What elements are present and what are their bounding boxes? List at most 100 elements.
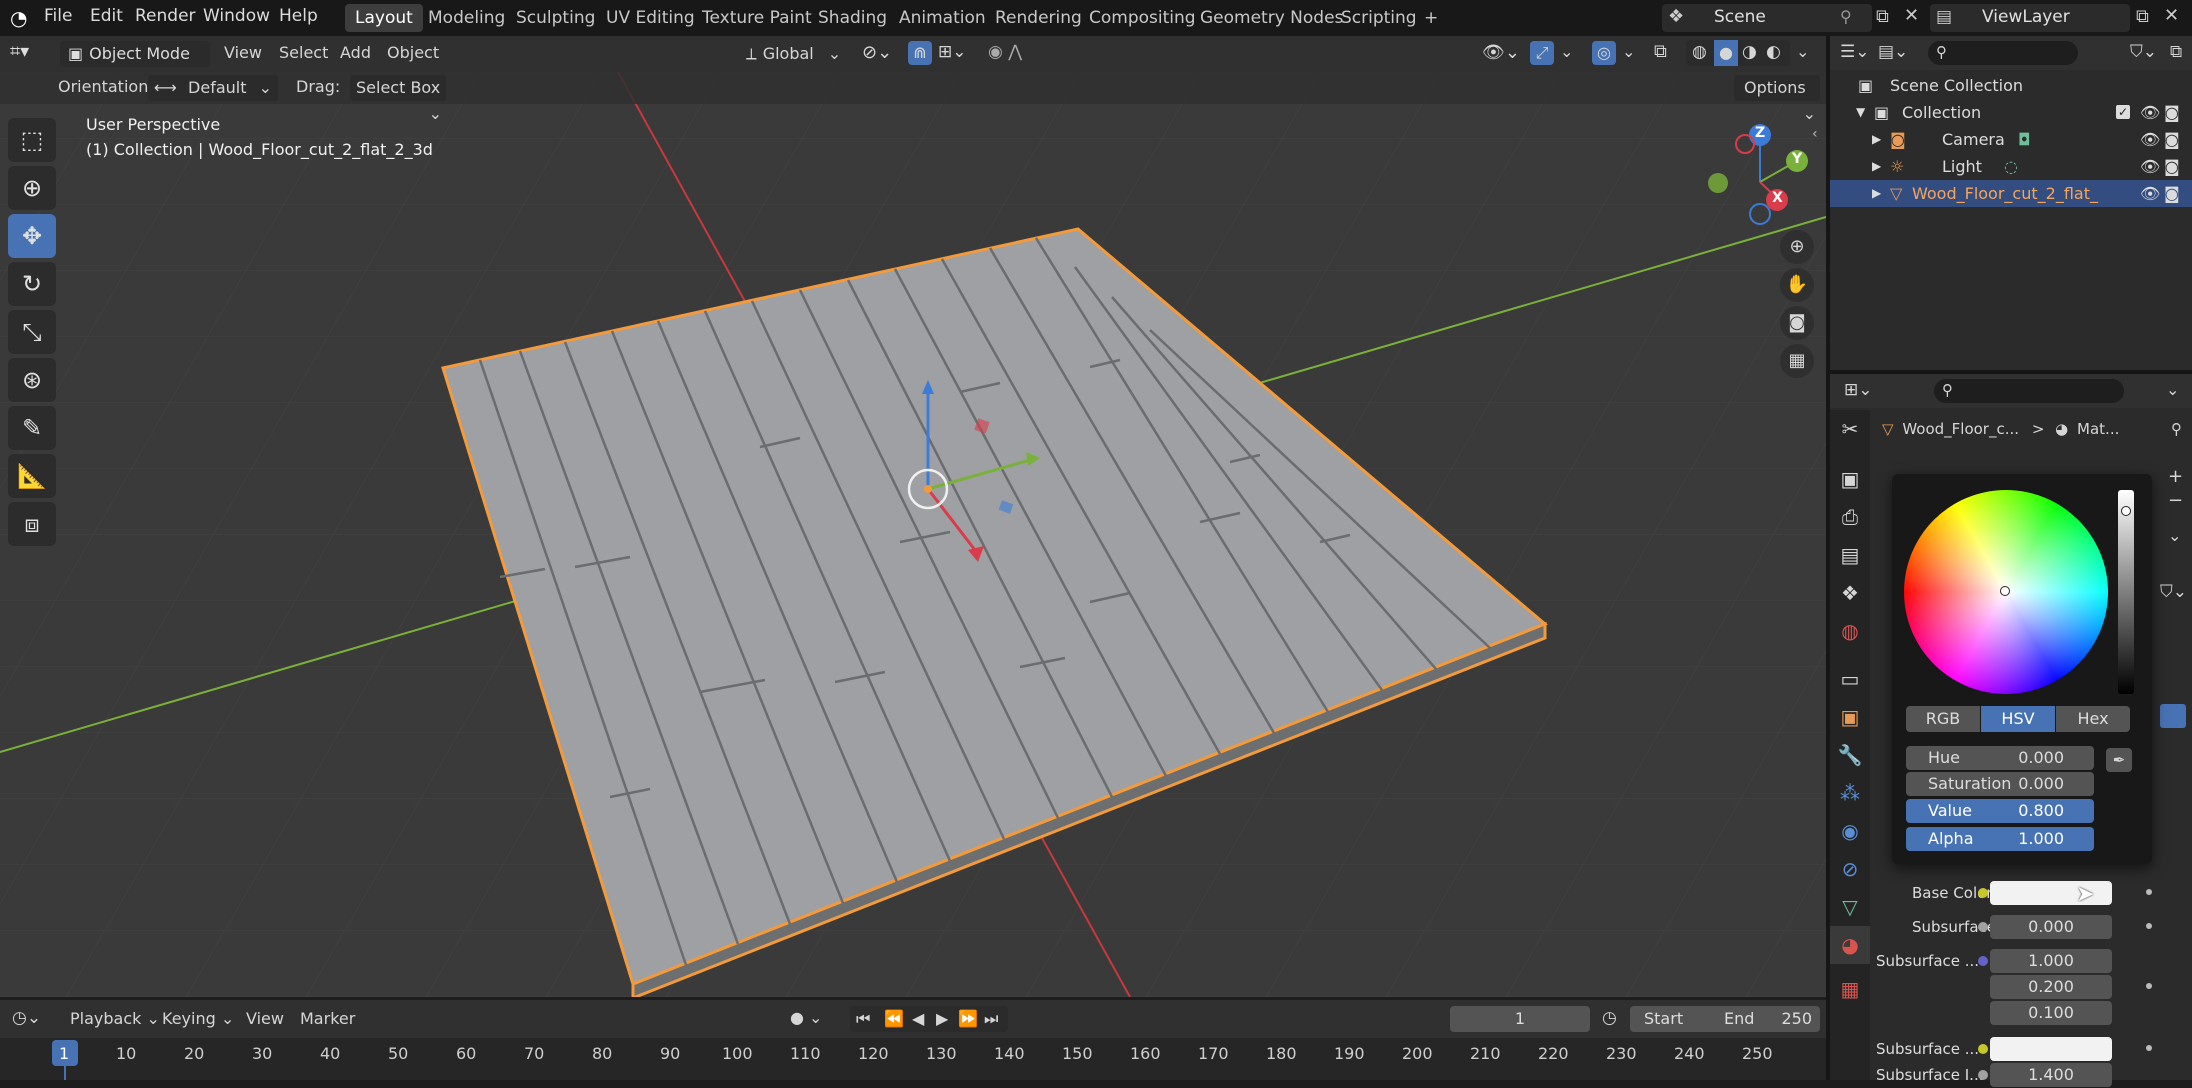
tab-uv-editing[interactable]: UV Editing	[596, 4, 705, 32]
rotate-tool-icon[interactable]: ↻	[8, 262, 56, 306]
select-box-tool-icon[interactable]: ⬚	[8, 118, 56, 162]
outliner-row-light[interactable]: ▶ ☼ Light ◌ 👁 ◙	[1830, 153, 2192, 180]
add-menu[interactable]: Add	[340, 43, 371, 62]
proportional-edit-icon[interactable]: ◉ ⋀	[988, 42, 1022, 62]
scene-selector[interactable]: ❖ Scene ⚲	[1662, 4, 1872, 32]
physics-tab-icon[interactable]: ◉	[1830, 812, 1870, 850]
visibility-icon[interactable]: 👁⌄	[1482, 42, 1520, 63]
delete-view-layer-icon[interactable]: ✕	[2164, 5, 2179, 26]
saturation-slider[interactable]: Saturation 0.000	[1906, 772, 2094, 796]
preview-range-icon[interactable]: ◷	[1602, 1008, 1617, 1028]
expand-arrow-icon[interactable]: ▶	[1872, 126, 1881, 153]
orientation-dropdown[interactable]: ⟷ Default ⌄	[148, 75, 278, 101]
outliner-search-input[interactable]: ⚲	[1928, 41, 2078, 65]
end-frame-field[interactable]: End 250	[1710, 1006, 1820, 1032]
pin-icon[interactable]: ⚲	[2171, 420, 2182, 438]
camera-view-icon[interactable]: ◙	[1780, 306, 1814, 340]
shading-dropdown-icon[interactable]: ⌄	[1796, 42, 1809, 61]
modifier-tab-icon[interactable]: 🔧	[1830, 736, 1870, 774]
tool-tab-icon[interactable]: ✂	[1830, 410, 1870, 448]
3d-viewport[interactable]: User Perspective (1) Collection | Wood_F…	[0, 72, 1826, 997]
object-menu[interactable]: Object	[387, 43, 439, 62]
menu-window[interactable]: Window	[203, 6, 270, 26]
subsurface-ior-value[interactable]: 1.400	[1990, 1063, 2112, 1087]
expand-arrow-icon[interactable]: ▼	[1856, 99, 1865, 126]
hsv-tab[interactable]: HSV	[1981, 706, 2055, 732]
keying-menu[interactable]: Keying ⌄	[162, 1009, 234, 1028]
perspective-toggle-icon[interactable]: ▦	[1780, 344, 1814, 378]
expand-arrow-icon[interactable]: ▶	[1872, 153, 1881, 180]
material-shading-icon[interactable]: ◑	[1742, 42, 1757, 62]
current-frame-field[interactable]: 1	[1450, 1006, 1590, 1032]
camera-render-icon[interactable]: ◙	[2164, 153, 2180, 180]
zoom-icon[interactable]: ⊕	[1780, 230, 1814, 264]
solid-shading-icon[interactable]: ●	[1714, 40, 1738, 66]
value-slider-handle[interactable]	[2121, 506, 2131, 516]
scene-tab-icon[interactable]: ❖	[1830, 574, 1870, 612]
collection-tab-icon[interactable]: ▭	[1830, 660, 1870, 698]
new-view-layer-icon[interactable]: ⧉	[2136, 6, 2149, 27]
outliner-editor-icon[interactable]: ☰⌄	[1840, 42, 1869, 62]
keyframe-dot-icon[interactable]	[2146, 923, 2152, 929]
material-tab-icon[interactable]: ◕	[1830, 926, 1870, 964]
particles-tab-icon[interactable]: ⁂	[1830, 774, 1870, 812]
select-menu[interactable]: Select	[279, 43, 328, 62]
collapse-arrow-icon[interactable]: ‹	[1812, 126, 1818, 142]
add-cube-tool-icon[interactable]: ⧈	[8, 502, 56, 546]
editor-type-icon[interactable]: ⌗▾	[10, 41, 50, 67]
view-menu[interactable]: View	[224, 43, 262, 62]
tab-rendering[interactable]: Rendering	[985, 4, 1092, 32]
add-workspace-button[interactable]: +	[1414, 4, 1448, 32]
subsurface-radius-x[interactable]: 1.000	[1990, 949, 2112, 973]
chevron-down-icon[interactable]: ⌄	[2168, 526, 2181, 545]
eye-icon[interactable]: 👁	[2140, 153, 2160, 180]
menu-edit[interactable]: Edit	[90, 6, 123, 26]
properties-editor-icon[interactable]: ⊞⌄	[1844, 380, 1873, 400]
tab-geometry-nodes[interactable]: Geometry Nodes	[1190, 4, 1353, 32]
value-slider[interactable]: Value 0.800	[1906, 799, 2094, 823]
drag-dropdown[interactable]: Select Box ⌄	[350, 75, 446, 123]
display-mode-icon[interactable]: ▤⌄	[1878, 42, 1908, 62]
camera-render-icon[interactable]: ◙	[2164, 126, 2180, 153]
wireframe-shading-icon[interactable]: ◍	[1692, 42, 1707, 62]
play-icon[interactable]: ▶	[936, 1006, 948, 1032]
new-collection-icon[interactable]: ⧉	[2170, 42, 2182, 62]
outliner-row-camera[interactable]: ▶ ◙ Camera ◘ 👁 ◙	[1830, 126, 2192, 153]
xray-toggle-icon[interactable]: ⧉	[1654, 41, 1667, 62]
menu-render[interactable]: Render	[135, 6, 196, 26]
filter-icon[interactable]: ⛉⌄	[2130, 42, 2157, 62]
tab-scripting[interactable]: Scripting	[1331, 4, 1427, 32]
socket-yellow-icon[interactable]	[1978, 1044, 1988, 1054]
prev-keyframe-icon[interactable]: ⏪	[884, 1006, 904, 1032]
rendered-shading-icon[interactable]: ◐	[1766, 42, 1781, 62]
next-keyframe-icon[interactable]: ⏩	[958, 1006, 978, 1032]
keyframe-dot-icon[interactable]	[2146, 889, 2152, 895]
render-tab-icon[interactable]: ▣	[1830, 460, 1870, 498]
snap-target-icon[interactable]: ⊞⌄	[938, 42, 967, 62]
subsurface-color-swatch[interactable]	[1990, 1037, 2112, 1061]
camera-render-icon[interactable]: ◙	[2164, 180, 2180, 207]
color-wheel-cursor[interactable]	[2000, 586, 2010, 596]
jump-end-icon[interactable]: ⏭	[984, 1006, 998, 1032]
playback-menu[interactable]: Playback ⌄	[70, 1009, 160, 1028]
snap-toggle-icon[interactable]: ⋒	[908, 41, 932, 65]
overlays-toggle-icon[interactable]: ◎	[1592, 41, 1616, 65]
keyframe-dot-icon[interactable]	[2146, 1045, 2152, 1051]
world-tab-icon[interactable]: ◍	[1830, 612, 1870, 650]
view-layer-tab-icon[interactable]: ▤	[1830, 536, 1870, 574]
properties-search-input[interactable]: ⚲	[1934, 379, 2124, 403]
socket-grey-icon[interactable]	[1978, 922, 1988, 932]
move-tool-icon[interactable]: ✥	[8, 214, 56, 258]
texture-tab-icon[interactable]: ▦	[1830, 970, 1870, 1008]
socket-purple-icon[interactable]	[1978, 956, 1988, 966]
overlays-dropdown-icon[interactable]: ⌄	[1622, 42, 1635, 61]
menu-help[interactable]: Help	[279, 6, 318, 26]
outliner-row-wood-floor[interactable]: ▶ ▽ Wood_Floor_cut_2_flat_ 👁 ◙	[1830, 180, 2192, 207]
constraints-tab-icon[interactable]: ⊘	[1830, 850, 1870, 888]
record-icon[interactable]: ● ⌄	[790, 1008, 822, 1027]
measure-tool-icon[interactable]: 📐	[8, 454, 56, 498]
new-scene-icon[interactable]: ⧉	[1876, 6, 1889, 27]
hex-tab[interactable]: Hex	[2056, 706, 2130, 732]
annotate-tool-icon[interactable]: ✎	[8, 406, 56, 450]
tab-sculpting[interactable]: Sculpting	[506, 4, 605, 32]
